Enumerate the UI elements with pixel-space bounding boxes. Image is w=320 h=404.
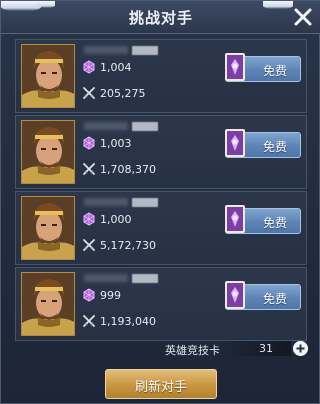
rank-value: 1,003 (100, 136, 132, 150)
purple-gem-icon (83, 136, 95, 150)
plus-icon[interactable] (293, 341, 308, 356)
power-value: 205,275 (100, 86, 146, 100)
page-title: 挑战对手 (128, 9, 193, 27)
opponent-name-redacted (84, 272, 168, 284)
power-value: 5,172,730 (100, 238, 156, 252)
challenge-panel: 挑战对手 1,004 205,275 免费 1,003 1,708,370 免费… (0, 0, 320, 404)
arena-card-label: 英雄竞技卡 (165, 344, 220, 357)
challenge-free-button[interactable]: 免费 (225, 205, 301, 234)
arena-card-counter: 英雄竞技卡 31 (1, 340, 320, 358)
opponent-row: 1,003 1,708,370 免费 (15, 115, 307, 189)
free-label: 免费 (262, 140, 287, 154)
rank-value: 999 (100, 288, 121, 302)
hero-portrait[interactable] (21, 272, 75, 336)
panel-header: 挑战对手 (1, 1, 320, 34)
close-icon[interactable] (291, 5, 315, 29)
challenge-free-button[interactable]: 免费 (225, 281, 301, 310)
crossed-swords-icon (83, 163, 95, 175)
rank-stat: 999 (82, 288, 121, 302)
opponent-name-redacted (84, 120, 168, 132)
challenge-free-button[interactable]: 免费 (225, 53, 301, 82)
power-stat: 1,708,370 (82, 162, 156, 176)
power-stat: 5,172,730 (82, 238, 156, 252)
refresh-label: 刷新对手 (134, 380, 187, 395)
free-label: 免费 (262, 292, 287, 306)
purple-gem-icon (83, 212, 95, 226)
refresh-opponents-button[interactable]: 刷新对手 (105, 369, 217, 399)
opponent-row: 1,000 5,172,730 免费 (15, 191, 307, 265)
purple-book-icon (225, 205, 245, 233)
rank-value: 1,000 (100, 212, 132, 226)
purple-book-icon (225, 129, 245, 157)
free-label: 免费 (262, 64, 287, 78)
crossed-swords-icon (83, 315, 95, 327)
purple-gem-icon (83, 288, 95, 302)
arena-card-count: 31 (259, 342, 273, 355)
hero-portrait[interactable] (21, 120, 75, 184)
rank-value: 1,004 (100, 60, 132, 74)
opponent-name-redacted (84, 196, 168, 208)
rank-stat: 1,003 (82, 136, 132, 150)
power-stat: 1,193,040 (82, 314, 156, 328)
power-value: 1,193,040 (100, 314, 156, 328)
challenge-free-button[interactable]: 免费 (225, 129, 301, 158)
free-label: 免费 (262, 216, 287, 230)
purple-book-icon (225, 281, 245, 309)
power-value: 1,708,370 (100, 162, 156, 176)
crossed-swords-icon (83, 239, 95, 251)
crossed-swords-icon (83, 87, 95, 99)
opponent-row: 1,004 205,275 免费 (15, 39, 307, 113)
purple-gem-icon (83, 60, 95, 74)
opponent-row: 999 1,193,040 免费 (15, 267, 307, 341)
hero-portrait[interactable] (21, 44, 75, 108)
purple-book-icon (225, 53, 245, 81)
opponent-name-redacted (84, 44, 168, 56)
rank-stat: 1,000 (82, 212, 132, 226)
power-stat: 205,275 (82, 86, 146, 100)
rank-stat: 1,004 (82, 60, 132, 74)
hero-portrait[interactable] (21, 196, 75, 260)
